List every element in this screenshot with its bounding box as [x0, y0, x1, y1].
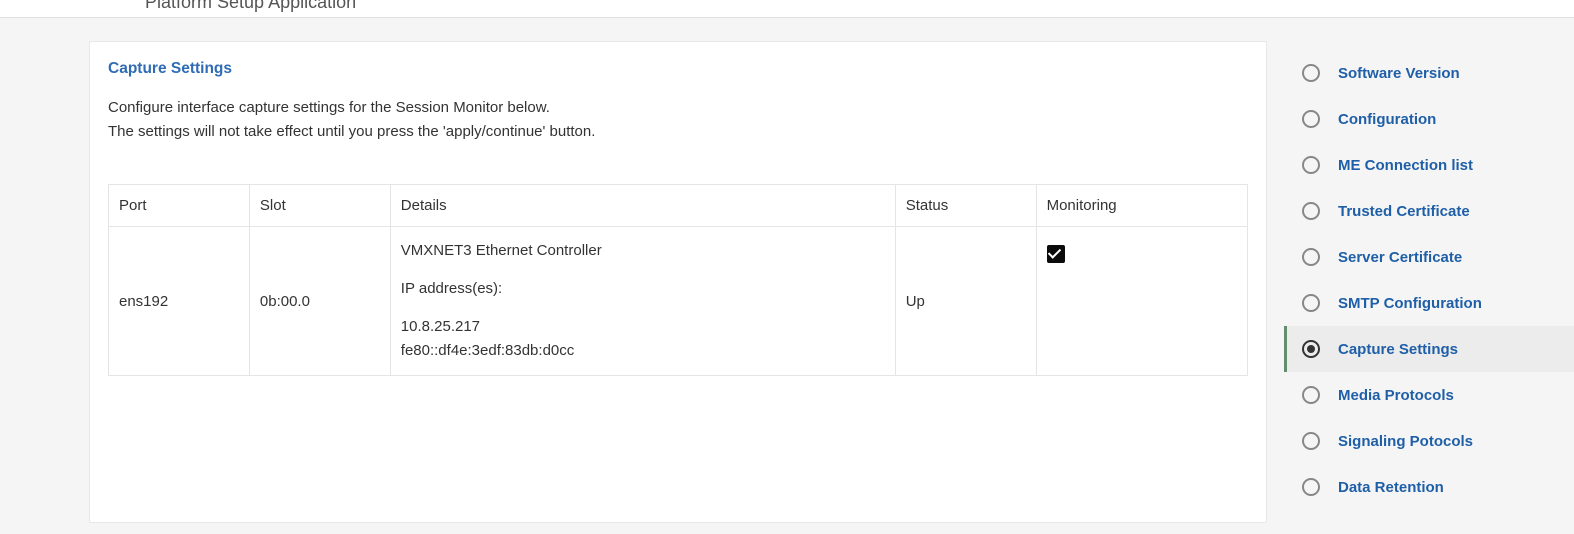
- table-header-row: Port Slot Details Status Monitoring: [109, 185, 1248, 227]
- details-ip-label: IP address(es):: [401, 277, 885, 301]
- sidebar-item-smtp-configuration[interactable]: SMTP Configuration: [1284, 280, 1574, 326]
- sidebar-item-trusted-certificate[interactable]: Trusted Certificate: [1284, 188, 1574, 234]
- details-controller: VMXNET3 Ethernet Controller: [401, 239, 885, 263]
- radio-icon: [1302, 294, 1320, 312]
- sidebar-item-label: Software Version: [1338, 65, 1460, 82]
- col-slot: Slot: [249, 185, 390, 227]
- radio-icon: [1302, 156, 1320, 174]
- sidebar-item-capture-settings[interactable]: Capture Settings: [1284, 326, 1574, 372]
- sidebar-nav: Software Version Configuration ME Connecti…: [1284, 42, 1574, 510]
- interfaces-table: Port Slot Details Status Monitoring ens1…: [108, 184, 1248, 376]
- card-title: Capture Settings: [108, 60, 1248, 78]
- radio-icon: [1302, 202, 1320, 220]
- radio-icon: [1302, 64, 1320, 82]
- sidebar-item-label: ME Connection list: [1338, 157, 1473, 174]
- details-ip-addresses: 10.8.25.217 fe80::df4e:3edf:83db:d0cc: [401, 315, 885, 363]
- cell-slot: 0b:00.0: [249, 227, 390, 376]
- sidebar-item-label: Configuration: [1338, 111, 1436, 128]
- col-monitoring: Monitoring: [1036, 185, 1247, 227]
- sidebar-item-label: Trusted Certificate: [1338, 203, 1470, 220]
- sidebar-item-label: Signaling Potocols: [1338, 433, 1473, 450]
- main-layout: Capture Settings Configure interface cap…: [0, 18, 1574, 522]
- col-status: Status: [895, 185, 1036, 227]
- radio-icon: [1302, 340, 1320, 358]
- radio-icon: [1302, 432, 1320, 450]
- desc-line-2: The settings will not take effect until …: [108, 123, 595, 140]
- radio-icon: [1302, 248, 1320, 266]
- sidebar-item-label: Server Certificate: [1338, 249, 1462, 266]
- sidebar-item-label: Capture Settings: [1338, 341, 1458, 358]
- cell-monitoring: [1036, 227, 1247, 376]
- app-title: Platform Setup Application: [145, 0, 356, 13]
- sidebar-item-label: Data Retention: [1338, 479, 1444, 496]
- sidebar-item-data-retention[interactable]: Data Retention: [1284, 464, 1574, 510]
- monitoring-checkbox[interactable]: [1047, 245, 1065, 263]
- content-card: Capture Settings Configure interface cap…: [90, 42, 1266, 522]
- desc-line-1: Configure interface capture settings for…: [108, 99, 550, 116]
- sidebar-item-media-protocols[interactable]: Media Protocols: [1284, 372, 1574, 418]
- cell-status: Up: [895, 227, 1036, 376]
- ip-address-1: 10.8.25.217: [401, 318, 480, 335]
- radio-icon: [1302, 478, 1320, 496]
- col-port: Port: [109, 185, 250, 227]
- col-details: Details: [390, 185, 895, 227]
- sidebar-item-software-version[interactable]: Software Version: [1284, 50, 1574, 96]
- top-bar: Platform Setup Application: [0, 0, 1574, 18]
- card-description: Configure interface capture settings for…: [108, 96, 1248, 144]
- sidebar-item-me-connection-list[interactable]: ME Connection list: [1284, 142, 1574, 188]
- radio-icon: [1302, 110, 1320, 128]
- sidebar-item-label: SMTP Configuration: [1338, 295, 1482, 312]
- sidebar-item-label: Media Protocols: [1338, 387, 1454, 404]
- table-row: ens192 0b:00.0 VMXNET3 Ethernet Controll…: [109, 227, 1248, 376]
- sidebar-item-server-certificate[interactable]: Server Certificate: [1284, 234, 1574, 280]
- ip-address-2: fe80::df4e:3edf:83db:d0cc: [401, 342, 574, 359]
- cell-port: ens192: [109, 227, 250, 376]
- sidebar-item-signaling-potocols[interactable]: Signaling Potocols: [1284, 418, 1574, 464]
- sidebar-item-configuration[interactable]: Configuration: [1284, 96, 1574, 142]
- cell-details: VMXNET3 Ethernet Controller IP address(e…: [390, 227, 895, 376]
- radio-icon: [1302, 386, 1320, 404]
